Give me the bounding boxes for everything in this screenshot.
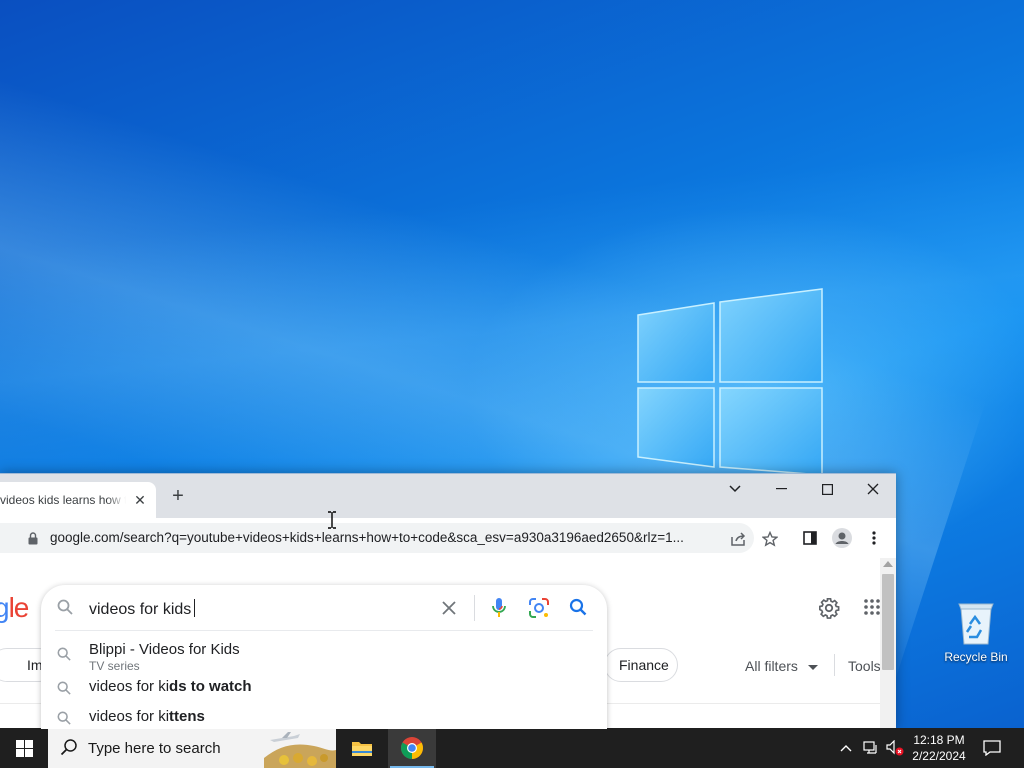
- windows-logo-wallpaper: [637, 288, 823, 475]
- suggestion-item[interactable]: Blippi - Videos for Kids TV series: [41, 637, 607, 673]
- tab-search-button[interactable]: [712, 474, 758, 504]
- maximize-icon: [821, 483, 833, 495]
- search-icon: [60, 739, 77, 756]
- search-box-autocomplete: videos for kids Blippi - Videos for Kids…: [41, 585, 607, 729]
- chevron-up-icon: [840, 745, 852, 752]
- notification-icon: [983, 740, 1001, 756]
- suggestion-completion: ds to watch: [169, 678, 252, 695]
- tab-close-icon[interactable]: ✕: [132, 492, 148, 508]
- more-vert-icon: [872, 531, 876, 545]
- star-icon: [762, 531, 778, 547]
- page-content: gle Im Finance All filters Tools: [0, 558, 881, 729]
- voice-search-mic-icon[interactable]: [491, 597, 507, 619]
- recycle-bin-desktop-icon[interactable]: Recycle Bin: [938, 600, 1014, 664]
- start-button[interactable]: [0, 728, 48, 768]
- share-icon: [731, 532, 746, 546]
- volume-button[interactable]: [884, 728, 906, 768]
- clock-date: 2/22/2024: [912, 749, 966, 763]
- clear-search-icon[interactable]: [442, 601, 456, 615]
- divider: [55, 630, 593, 631]
- page-scrollbar[interactable]: [880, 558, 896, 729]
- dropdown-arrow-icon: [807, 665, 818, 670]
- taskbar-clock[interactable]: 12:18 PM 2/22/2024: [906, 732, 972, 764]
- chrome-menu-button[interactable]: [863, 527, 885, 549]
- profile-button[interactable]: [831, 527, 853, 549]
- search-input[interactable]: videos for kids: [89, 599, 196, 619]
- recycle-bin-icon: [958, 603, 994, 645]
- side-panel-icon: [803, 531, 817, 545]
- suggestion-prefix: videos for ki: [89, 708, 170, 725]
- network-icon: [863, 741, 877, 754]
- search-highlight-illustration: [264, 728, 336, 768]
- chip-finance-label: Finance: [619, 657, 669, 673]
- close-icon: [867, 483, 879, 495]
- show-hidden-icons-button[interactable]: [836, 728, 856, 768]
- divider: [474, 595, 475, 621]
- address-bar[interactable]: google.com/search?q=youtube+videos+kids+…: [0, 523, 778, 553]
- text-cursor-icon: [328, 511, 336, 529]
- suggestion-item[interactable]: videos for kids to watch: [41, 675, 607, 707]
- address-url[interactable]: google.com/search?q=youtube+videos+kids+…: [50, 530, 720, 545]
- browser-toolbar: google.com/search?q=youtube+videos+kids+…: [0, 518, 896, 559]
- taskbar-chrome[interactable]: [388, 728, 436, 768]
- new-tab-button[interactable]: +: [168, 486, 188, 506]
- windows-start-icon: [15, 739, 33, 757]
- tools-button[interactable]: Tools: [848, 658, 881, 674]
- suggestion-prefix: videos for ki: [89, 678, 170, 695]
- bookmark-button[interactable]: [759, 528, 781, 550]
- minimize-button[interactable]: [758, 474, 804, 504]
- taskbar-search-box[interactable]: Type here to search: [48, 728, 336, 768]
- profile-avatar-icon: [832, 528, 852, 548]
- suggestion-text: Blippi - Videos for Kids: [89, 641, 240, 658]
- google-lens-icon[interactable]: [528, 597, 550, 619]
- google-apps-grid-icon[interactable]: [864, 599, 880, 615]
- settings-gear-icon[interactable]: [818, 597, 840, 619]
- recycle-bin-label: Recycle Bin: [944, 650, 1008, 664]
- all-filters-label: All filters: [745, 658, 798, 674]
- scrollbar-thumb[interactable]: [882, 574, 894, 670]
- text-caret: [194, 599, 196, 617]
- chip-finance[interactable]: Finance: [604, 648, 678, 682]
- minimize-icon: [775, 488, 787, 490]
- suggestion-subtitle: TV series: [89, 659, 140, 673]
- action-center-button[interactable]: [978, 728, 1006, 768]
- all-filters-button[interactable]: All filters: [745, 658, 818, 674]
- volume-muted-icon: [886, 740, 904, 756]
- scroll-up-arrow-icon[interactable]: [883, 561, 893, 567]
- search-query-text: videos for kids: [89, 601, 192, 618]
- taskbar-search-placeholder: Type here to search: [88, 740, 221, 757]
- google-logo[interactable]: gle: [0, 592, 29, 624]
- search-icon: [57, 599, 73, 615]
- side-panel-button[interactable]: [799, 527, 821, 549]
- browser-tab-active[interactable]: videos kids learns how to code ✕: [0, 482, 156, 518]
- search-icon: [57, 681, 71, 695]
- chrome-icon: [401, 737, 423, 759]
- tab-strip: videos kids learns how to code ✕ +: [0, 474, 896, 518]
- maximize-button[interactable]: [804, 474, 850, 504]
- search-icon: [57, 711, 71, 725]
- search-icon: [57, 647, 71, 661]
- search-submit-icon[interactable]: [569, 598, 587, 616]
- taskbar: Type here to search 12:18 PM 2/22/2024: [0, 728, 1024, 768]
- file-explorer-icon: [352, 742, 372, 756]
- chrome-window: videos kids learns how to code ✕ + googl…: [0, 473, 896, 729]
- tab-title: videos kids learns how to code: [0, 493, 126, 507]
- suggestion-text: videos for kids to watch: [89, 678, 252, 695]
- suggestion-item[interactable]: videos for kittens: [41, 705, 607, 729]
- suggestion-completion: ttens: [169, 708, 205, 725]
- taskbar-file-explorer[interactable]: [338, 728, 386, 768]
- clock-time: 12:18 PM: [913, 733, 965, 747]
- suggestion-text: videos for kittens: [89, 708, 205, 725]
- chevron-down-icon: [729, 485, 741, 493]
- lock-icon[interactable]: [28, 532, 38, 545]
- share-button[interactable]: [727, 528, 749, 550]
- divider: [834, 654, 835, 676]
- close-window-button[interactable]: [850, 474, 896, 504]
- network-button[interactable]: [860, 728, 882, 768]
